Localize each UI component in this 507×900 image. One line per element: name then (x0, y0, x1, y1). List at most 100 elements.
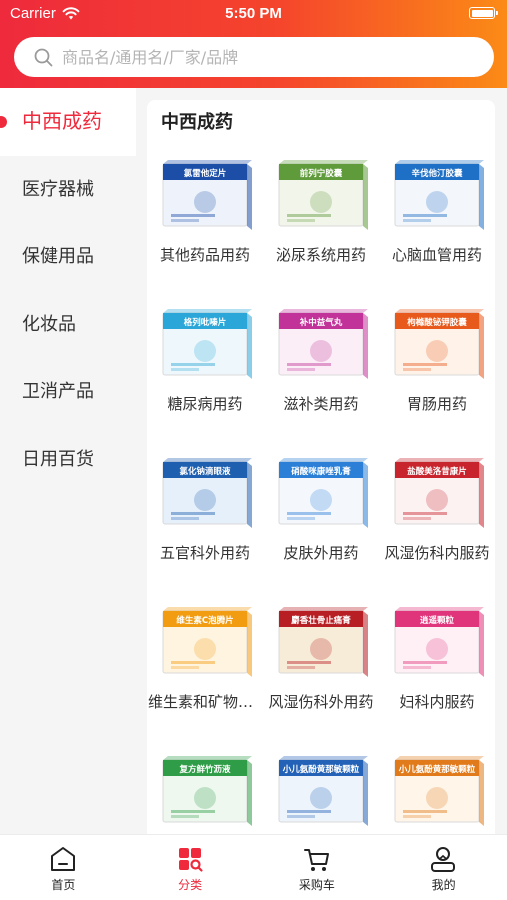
medicine-box-icon: 枸橼酸铋钾胶囊 (394, 309, 484, 379)
product-box-image: 补中益气丸 (273, 301, 369, 387)
category-tile-label: 五官科外用药 (159, 544, 250, 562)
medicine-box-icon: 小儿氨酚黄那敏颗粒 (278, 756, 368, 826)
medicine-box-icon: 盐酸美洛昔康片 (394, 458, 484, 528)
box-name-text: 氯化钠滴眼液 (179, 466, 231, 477)
product-box-image: 氯化钠滴眼液 (157, 450, 253, 536)
category-tile-label: 滋补类用药 (283, 395, 359, 413)
active-indicator (0, 116, 7, 128)
tab-cart[interactable]: 采购车 (254, 835, 381, 900)
status-bar: Carrier 5:50 PM (0, 0, 507, 28)
category-tile-label: 维生素和矿物质补充剂 (148, 693, 263, 711)
sidebar-item-label: 日用百货 (22, 448, 94, 470)
category-tile-label: 其他药品用药 (159, 246, 250, 264)
box-name-text: 维生素C泡腾片 (176, 615, 233, 626)
category-tile[interactable]: 格列吡嗪片糖尿病用药 (147, 297, 263, 445)
sidebar-item-cosmetics[interactable]: 化妆品 (0, 291, 136, 359)
header-bar: Carrier 5:50 PM (0, 0, 507, 88)
category-tile-label: 心脑血管用药 (391, 246, 482, 264)
category-tile[interactable]: 氯化钠滴眼液五官科外用药 (147, 446, 263, 594)
category-tile[interactable]: 辛伐他汀胶囊心脑血管用药 (379, 148, 495, 296)
search-input[interactable] (62, 37, 482, 77)
status-time: 5:50 PM (225, 5, 282, 22)
sidebar-item-label: 卫消产品 (22, 381, 94, 402)
medicine-box-icon: 辛伐他汀胶囊 (394, 160, 484, 230)
product-box-image: 小儿氨酚黄那敏颗粒 (389, 748, 485, 834)
search-bar[interactable] (14, 37, 494, 77)
category-tile-label: 妇科内服药 (399, 693, 475, 711)
medicine-box-icon: 小儿氨酚黄那敏颗粒 (394, 756, 484, 826)
profile-icon (431, 847, 456, 872)
product-box-image: 逍遥颗粒 (389, 599, 485, 685)
product-box-image: 盐酸美洛昔康片 (389, 450, 485, 536)
box-name-text: 复方鲜竹沥液 (178, 764, 231, 775)
category-tile-label: 风湿伤科内服药 (384, 544, 490, 562)
product-box-image: 辛伐他汀胶囊 (389, 152, 485, 238)
box-name-text: 辛伐他汀胶囊 (411, 168, 463, 179)
sidebar-item-label: 中西成药 (22, 109, 102, 133)
category-tile[interactable]: 小儿氨酚黄那敏颗粒 (379, 744, 495, 834)
category-tile[interactable]: 硝酸咪康唑乳膏皮肤外用药 (263, 446, 379, 594)
category-panel: 中西成药 氯雷他定片 其他药品用药 前列宁胶囊 泌尿系统用药 辛伐他汀胶囊 心脑血管用药格… (147, 100, 495, 834)
product-box-image: 麝香壮骨止痛膏 (273, 599, 369, 685)
sidebar-item-label: 医疗器械 (22, 178, 94, 200)
category-tile[interactable]: 维生素C泡腾片维生素和矿物质补充剂 (147, 595, 263, 743)
tab-label: 我的 (431, 878, 456, 892)
tab-home[interactable]: 首页 (0, 835, 127, 900)
category-tile[interactable]: 补中益气丸滋补类用药 (263, 297, 379, 445)
sidebar-item-sanitation[interactable]: 卫消产品 (0, 358, 136, 426)
category-sidebar: 中西成药 医疗器械 保健用品 化妆品 卫消产品 日用百货 (0, 88, 136, 834)
tab-category[interactable]: 分类 (127, 835, 254, 900)
product-box-image: 氯雷他定片 (157, 152, 253, 238)
medicine-box-icon: 氯化钠滴眼液 (162, 458, 252, 528)
battery-icon (469, 7, 498, 19)
box-name-text: 硝酸咪康唑乳膏 (291, 466, 351, 477)
box-name-text: 麝香壮骨止痛膏 (291, 615, 351, 626)
category-tile[interactable]: 麝香壮骨止痛膏风湿伤科外用药 (263, 595, 379, 743)
medicine-box-icon: 前列宁胶囊 (278, 160, 368, 230)
sidebar-item-label: 化妆品 (22, 313, 76, 335)
sidebar-item-daily-goods[interactable]: 日用百货 (0, 426, 136, 494)
product-box-image: 格列吡嗪片 (157, 301, 253, 387)
category-tile[interactable]: 小儿氨酚黄那敏颗粒 (263, 744, 379, 834)
category-tile[interactable]: 枸橼酸铋钾胶囊胃肠用药 (379, 297, 495, 445)
category-tile[interactable]: 复方鲜竹沥液 (147, 744, 263, 834)
category-tile-label: 风湿伤科外用药 (268, 693, 374, 711)
medicine-box-icon: 逍遥颗粒 (394, 607, 484, 677)
sidebar-item-label: 保健用品 (22, 246, 94, 267)
category-tile-label: 糖尿病用药 (167, 395, 243, 413)
product-box-image: 小儿氨酚黄那敏颗粒 (273, 748, 369, 834)
category-tile[interactable]: 逍遥颗粒 妇科内服药 (379, 595, 495, 743)
medicine-box-icon: 硝酸咪康唑乳膏 (278, 458, 368, 528)
box-name-text: 枸橼酸铋钾胶囊 (407, 317, 467, 328)
category-icon (178, 848, 203, 872)
category-tile[interactable]: 氯雷他定片其他药品用药 (147, 148, 263, 296)
box-name-text: 小儿氨酚黄那敏颗粒 (282, 764, 360, 775)
cart-icon (303, 849, 329, 871)
bottom-tab-bar: 首页 分类 采购车 我的 (0, 834, 507, 900)
product-box-image: 复方鲜竹沥液 (157, 748, 253, 834)
medicine-box-icon: 补中益气丸 (278, 309, 368, 379)
category-tile-label: 胃肠用药 (406, 395, 467, 413)
home-icon (51, 847, 75, 871)
tab-profile[interactable]: 我的 (380, 835, 507, 900)
sidebar-item-medical-devices[interactable]: 医疗器械 (0, 156, 136, 224)
medicine-box-icon: 格列吡嗪片 (162, 309, 252, 379)
product-box-image: 枸橼酸铋钾胶囊 (389, 301, 485, 387)
category-tile-label: 泌尿系统用药 (275, 246, 366, 264)
tab-label: 首页 (51, 878, 76, 892)
medicine-box-icon: 麝香壮骨止痛膏 (278, 607, 368, 677)
medicine-box-icon: 复方鲜竹沥液 (162, 756, 252, 826)
sidebar-item-chinese-western-medicine[interactable]: 中西成药 (0, 88, 136, 156)
sidebar-item-health-products[interactable]: 保健用品 (0, 223, 136, 291)
category-tile-label: 皮肤外用药 (283, 544, 359, 562)
category-tile[interactable]: 前列宁胶囊泌尿系统用药 (263, 148, 379, 296)
product-box-image: 维生素C泡腾片 (157, 599, 253, 685)
tab-label: 采购车 (298, 878, 335, 892)
product-box-image: 硝酸咪康唑乳膏 (273, 450, 369, 536)
category-tile[interactable]: 盐酸美洛昔康片风湿伤科内服药 (379, 446, 495, 594)
medicine-box-icon: 维生素C泡腾片 (162, 607, 252, 677)
box-name-text: 逍遥颗粒 (420, 615, 455, 626)
box-name-text: 小儿氨酚黄那敏颗粒 (398, 764, 476, 775)
box-name-text: 格列吡嗪片 (184, 317, 227, 328)
box-name-text: 氯雷他定片 (184, 168, 227, 179)
